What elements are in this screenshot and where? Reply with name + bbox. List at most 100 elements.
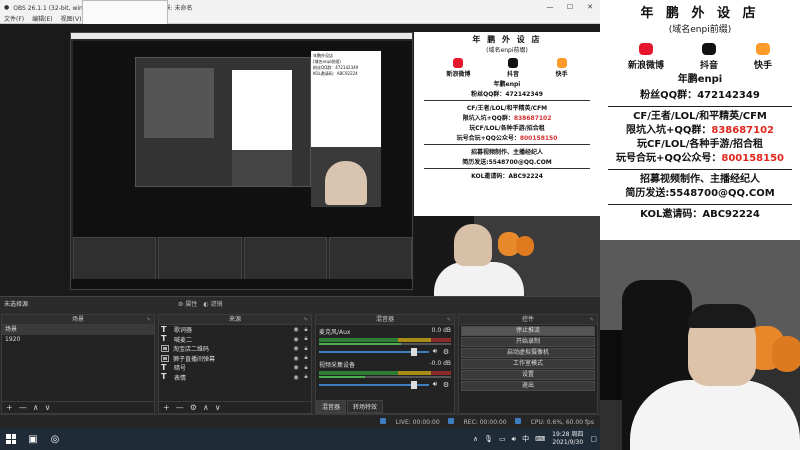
- chevron-up-icon[interactable]: ∧: [473, 435, 478, 443]
- move-down-button[interactable]: ∨: [45, 403, 51, 412]
- mixer-header: 混音器 ✎: [316, 315, 454, 325]
- live-time: LIVE: 00:00:00: [395, 418, 440, 426]
- volume-knob[interactable]: [411, 380, 418, 389]
- lock-icon[interactable]: 🔒︎: [301, 345, 311, 353]
- notification-icon[interactable]: ▢: [590, 435, 597, 443]
- poster-line4-value: 800158150: [519, 135, 558, 142]
- close-button[interactable]: ✕: [580, 3, 600, 11]
- tab-transitions[interactable]: 转场特效: [347, 400, 384, 413]
- douyin-icon: [507, 58, 518, 68]
- source-item[interactable]: T 暗号 ◉ 🔒︎: [159, 363, 311, 373]
- menu-view[interactable]: 视图(V): [61, 14, 82, 23]
- nested-taskbar: [71, 279, 412, 289]
- lock-icon[interactable]: 🔒︎: [301, 373, 311, 381]
- menu-edit[interactable]: 编辑(E): [32, 14, 52, 23]
- settings-button[interactable]: 设置: [461, 370, 595, 380]
- gear-icon[interactable]: ⚙: [441, 381, 451, 389]
- overlay-subtitle: (域名enpi前缀): [668, 25, 732, 35]
- volume-slider[interactable]: [319, 347, 429, 356]
- filters-button[interactable]: ◐ 滤镜: [203, 299, 222, 308]
- lock-icon[interactable]: 🔒︎: [301, 354, 311, 362]
- overlay-line2-value: 838687102: [711, 125, 774, 136]
- poster-douyin-label: 抖音: [506, 71, 519, 78]
- dock-pin-icon[interactable]: ✎: [447, 315, 451, 325]
- pumpkin-plush-2: [772, 336, 800, 372]
- move-up-button[interactable]: ∧: [33, 403, 39, 412]
- remove-source-button[interactable]: —: [176, 403, 184, 412]
- studio-mode-button[interactable]: 工作室模式: [461, 359, 595, 369]
- source-label: 暗号: [174, 365, 187, 373]
- kuaishou-icon: [755, 43, 770, 55]
- menu-file[interactable]: 文件(F): [4, 14, 24, 23]
- overlay-line7: KOL邀请码：ABC92224: [640, 209, 760, 220]
- lock-icon[interactable]: 🔒︎: [301, 326, 311, 334]
- rec-status: REC: 00:00:00: [447, 417, 507, 426]
- add-scene-button[interactable]: +: [6, 403, 13, 412]
- eye-icon[interactable]: ◉: [291, 374, 301, 381]
- lock-icon[interactable]: 🔒︎: [301, 364, 311, 372]
- overlay-handle: 年鹏enpi: [677, 74, 723, 85]
- source-item[interactable]: 狮子直播间弹幕 ◉ 🔒︎: [159, 354, 311, 364]
- volume-icon[interactable]: 🔊︎: [512, 435, 516, 444]
- text-source-icon: T: [161, 324, 167, 334]
- ime-indicator[interactable]: 中: [522, 434, 529, 444]
- exit-button[interactable]: 退出: [461, 381, 595, 391]
- scene-item[interactable]: 1920: [2, 335, 154, 345]
- filters-label: 滤镜: [210, 301, 223, 308]
- volume-knob[interactable]: [411, 347, 418, 356]
- minimize-button[interactable]: —: [540, 3, 560, 11]
- source-item[interactable]: 淘宝店二维码 ◉ 🔒︎: [159, 344, 311, 354]
- poster-line6: 简历发送:5548700@QQ.COM: [462, 159, 552, 166]
- start-button[interactable]: [0, 428, 22, 450]
- lock-icon[interactable]: 🔒︎: [301, 335, 311, 343]
- sources-header: 来源 ✎: [159, 315, 311, 325]
- stop-streaming-button[interactable]: 停止推流: [461, 326, 595, 336]
- gear-icon: ⚙: [178, 301, 184, 308]
- move-up-button[interactable]: ∧: [203, 403, 209, 412]
- overlay-kuaishou: 快手: [754, 43, 772, 71]
- dock-pin-icon[interactable]: ✎: [590, 315, 594, 325]
- start-recording-button[interactable]: 开始录制: [461, 337, 595, 347]
- virtual-camera-button[interactable]: 启动虚拟摄像机: [461, 348, 595, 358]
- source-item[interactable]: T 表情 ◉ 🔒︎: [159, 373, 311, 383]
- clock[interactable]: 19:28 周四 2021/9/30: [552, 431, 583, 447]
- mic-icon[interactable]: 🎙︎: [484, 435, 493, 443]
- properties-button[interactable]: ⚙ 属性: [178, 299, 197, 308]
- eye-icon[interactable]: ◉: [291, 355, 301, 362]
- eye-icon[interactable]: ◉: [291, 345, 301, 352]
- poster-handle: 年鹏enpi: [493, 81, 521, 88]
- eye-icon[interactable]: ◉: [291, 326, 301, 333]
- gear-icon[interactable]: ⚙: [441, 348, 451, 356]
- person-shirt: [434, 262, 524, 296]
- volume-slider[interactable]: [319, 380, 429, 389]
- dock-pin-icon[interactable]: ✎: [147, 315, 151, 325]
- obs-icon: ◎: [50, 433, 60, 445]
- tab-mixer[interactable]: 混音器: [316, 400, 347, 413]
- speaker-icon[interactable]: 🔊︎: [429, 347, 441, 356]
- source-item[interactable]: T 歌词器 ◉ 🔒︎: [159, 325, 311, 335]
- scenes-header: 场景 ✎: [2, 315, 154, 325]
- move-down-button[interactable]: ∨: [215, 403, 221, 412]
- nested-inner-screen: [144, 68, 214, 138]
- weibo-icon: [453, 58, 464, 68]
- overlay-weibo-label: 新浪微博: [627, 61, 664, 71]
- speaker-icon[interactable]: 🔊︎: [429, 380, 441, 389]
- scenes-footer: + — ∧ ∨: [2, 401, 154, 413]
- remove-scene-button[interactable]: —: [19, 403, 27, 412]
- source-settings-button[interactable]: ⚙: [190, 403, 197, 412]
- text-source-icon: T: [161, 362, 167, 372]
- network-icon[interactable]: ▭: [499, 435, 506, 443]
- taskbar-app-1[interactable]: ▣: [22, 428, 44, 450]
- dock-pin-icon[interactable]: ✎: [304, 315, 308, 325]
- scene-item[interactable]: 场景: [2, 325, 154, 335]
- maximize-button[interactable]: ☐: [560, 3, 580, 11]
- input-method-icon[interactable]: ⌨: [535, 435, 545, 443]
- eye-icon[interactable]: ◉: [291, 336, 301, 343]
- nested-mixer-panel: [243, 237, 327, 281]
- add-source-button[interactable]: +: [163, 403, 170, 412]
- eye-icon[interactable]: ◉: [291, 364, 301, 371]
- poster-line2: 限坑入坑+QQ群：838687102: [414, 113, 600, 122]
- source-item[interactable]: T 喊麦二 ◉ 🔒︎: [159, 335, 311, 345]
- taskbar-obs[interactable]: ◎: [44, 428, 66, 450]
- preview-canvas[interactable]: 年鹏外设店 (域名enpi前缀) 粉丝QQ群：472142349 KOL邀请码：…: [0, 24, 600, 296]
